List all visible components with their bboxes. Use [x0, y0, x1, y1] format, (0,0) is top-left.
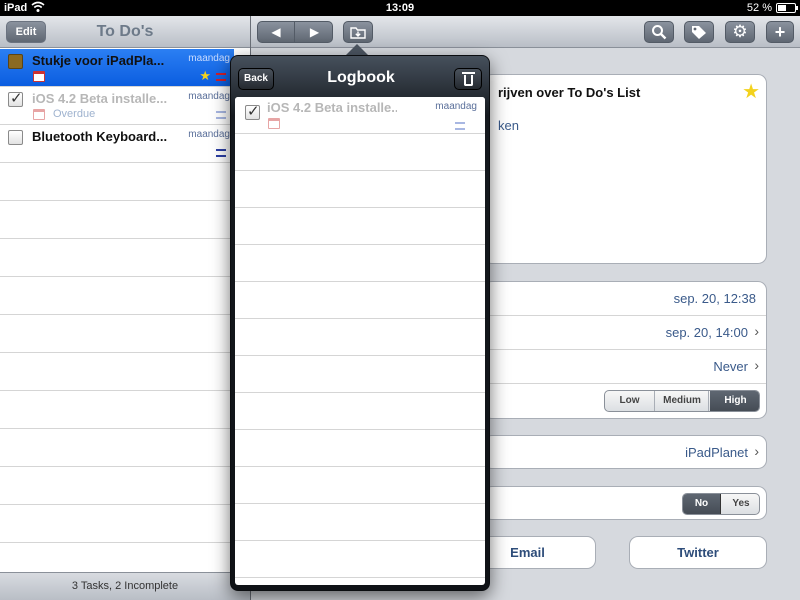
repeat-row[interactable]: Never › [484, 350, 766, 384]
task-schedule-card: sep. 20, 12:38 sep. 20, 14:00 › Never › … [483, 281, 767, 419]
todo-sidebar: Edit To Do's Stukje voor iPadPla... maand… [0, 16, 250, 600]
twitter-button[interactable]: Twitter [629, 536, 767, 569]
add-task-button[interactable]: + [766, 21, 794, 43]
next-task-button[interactable]: ▶ [296, 22, 332, 42]
yes-button[interactable]: Yes [722, 494, 759, 514]
star-icon[interactable]: ★ [742, 79, 760, 104]
created-row: sep. 20, 12:38 [484, 282, 766, 316]
checkbox[interactable] [8, 54, 23, 69]
popover-arrow [346, 44, 368, 55]
checkmark-icon: ✓ [247, 103, 260, 120]
search-button[interactable] [644, 21, 674, 43]
trash-button[interactable] [454, 68, 482, 90]
no-button[interactable]: No [683, 494, 721, 514]
project-value: iPadPlanet [685, 445, 748, 460]
detail-toolbar: ◀ ▶ ⚙ + [251, 16, 800, 48]
priority-icon [455, 122, 465, 130]
star-icon: ★ [199, 68, 211, 83]
task-title: Stukje voor iPadPla... [32, 53, 165, 68]
checkbox[interactable]: ✓ [245, 103, 260, 120]
ipad-screen: iPad 13:09 52 % Edit To Do's Stukje voor… [0, 0, 800, 600]
gear-icon: ⚙ [732, 22, 748, 41]
battery-icon [776, 3, 798, 13]
priority-icon [216, 73, 226, 81]
logbook-button[interactable] [343, 21, 373, 43]
task-title: iOS 4.2 Beta installe... [32, 91, 168, 106]
logbook-popover: Back Logbook ✓ iOS 4.2 Beta installe... … [230, 55, 490, 591]
task-title-field[interactable]: rijven over To Do's List [498, 85, 640, 100]
chevron-right-icon: › [754, 357, 759, 373]
todo-title: To Do's [96, 23, 154, 40]
task-title: Bluetooth Keyboard... [32, 129, 168, 144]
priority-medium-button[interactable]: Medium [656, 391, 709, 411]
logbook-item-title: iOS 4.2 Beta installe... [267, 100, 397, 115]
task-date: maandag [188, 129, 230, 140]
priority-high-button[interactable]: High [710, 391, 759, 411]
clock: 13:09 [385, 2, 415, 14]
created-value: sep. 20, 12:38 [673, 291, 756, 306]
checkmark-icon: ✓ [10, 90, 23, 107]
due-row[interactable]: sep. 20, 14:00 › [484, 316, 766, 350]
logbook-item[interactable]: ✓ iOS 4.2 Beta installe... maandag [235, 97, 485, 134]
task-row[interactable]: ✓ iOS 4.2 Beta installe... maandag Overdue [0, 87, 234, 125]
priority-segment: Low Medium High [604, 390, 760, 412]
task-date: maandag [188, 91, 230, 102]
task-nav-segment: ◀ ▶ [257, 21, 333, 43]
todo-toolbar: Edit To Do's [0, 16, 250, 48]
task-title-card: rijven over To Do's List ★ ken [483, 74, 767, 264]
due-value: sep. 20, 14:00 [665, 325, 748, 340]
chevron-right-icon: › [754, 443, 759, 459]
previous-task-button[interactable]: ◀ [258, 22, 295, 42]
priority-icon [216, 149, 226, 157]
task-row[interactable]: Bluetooth Keyboard... maandag [0, 125, 234, 163]
checkbox[interactable]: ✓ [8, 90, 23, 107]
tag-button[interactable] [684, 21, 714, 43]
yes-no-row: No Yes [483, 486, 767, 520]
tag-icon [692, 26, 706, 39]
priority-icon [216, 111, 226, 119]
status-bar: iPad 13:09 52 % [0, 0, 800, 16]
calendar-icon [268, 118, 280, 129]
arrow-left-icon: ◀ [271, 25, 281, 39]
logbook-title: Logbook [327, 69, 395, 86]
checkbox[interactable] [8, 130, 23, 145]
repeat-value: Never [713, 359, 748, 374]
task-summary: 3 Tasks, 2 Incomplete [0, 572, 250, 600]
priority-low-button[interactable]: Low [605, 391, 655, 411]
task-note-field[interactable]: ken [498, 118, 519, 133]
logbook-item-date: maandag [435, 101, 477, 112]
project-row[interactable]: iPadPlanet › [483, 435, 767, 469]
battery-percent: 52 % [746, 2, 772, 14]
task-list[interactable]: Stukje voor iPadPla... maandag ★ ✓ iOS 4.2 B… [0, 49, 250, 578]
logbook-list[interactable]: ✓ iOS 4.2 Beta installe... maandag [235, 97, 485, 585]
yes-no-segment: No Yes [682, 493, 760, 515]
priority-row: Low Medium High [484, 384, 766, 418]
logbook-icon [350, 27, 366, 39]
task-date: maandag [188, 53, 230, 64]
task-row[interactable]: Stukje voor iPadPla... maandag ★ [0, 49, 234, 87]
chevron-right-icon: › [754, 323, 759, 339]
settings-button[interactable]: ⚙ [725, 21, 755, 43]
calendar-icon [33, 71, 45, 82]
calendar-icon [33, 109, 45, 120]
search-icon [652, 25, 667, 40]
task-status: Overdue [53, 108, 96, 120]
arrow-right-icon: ▶ [309, 25, 320, 39]
